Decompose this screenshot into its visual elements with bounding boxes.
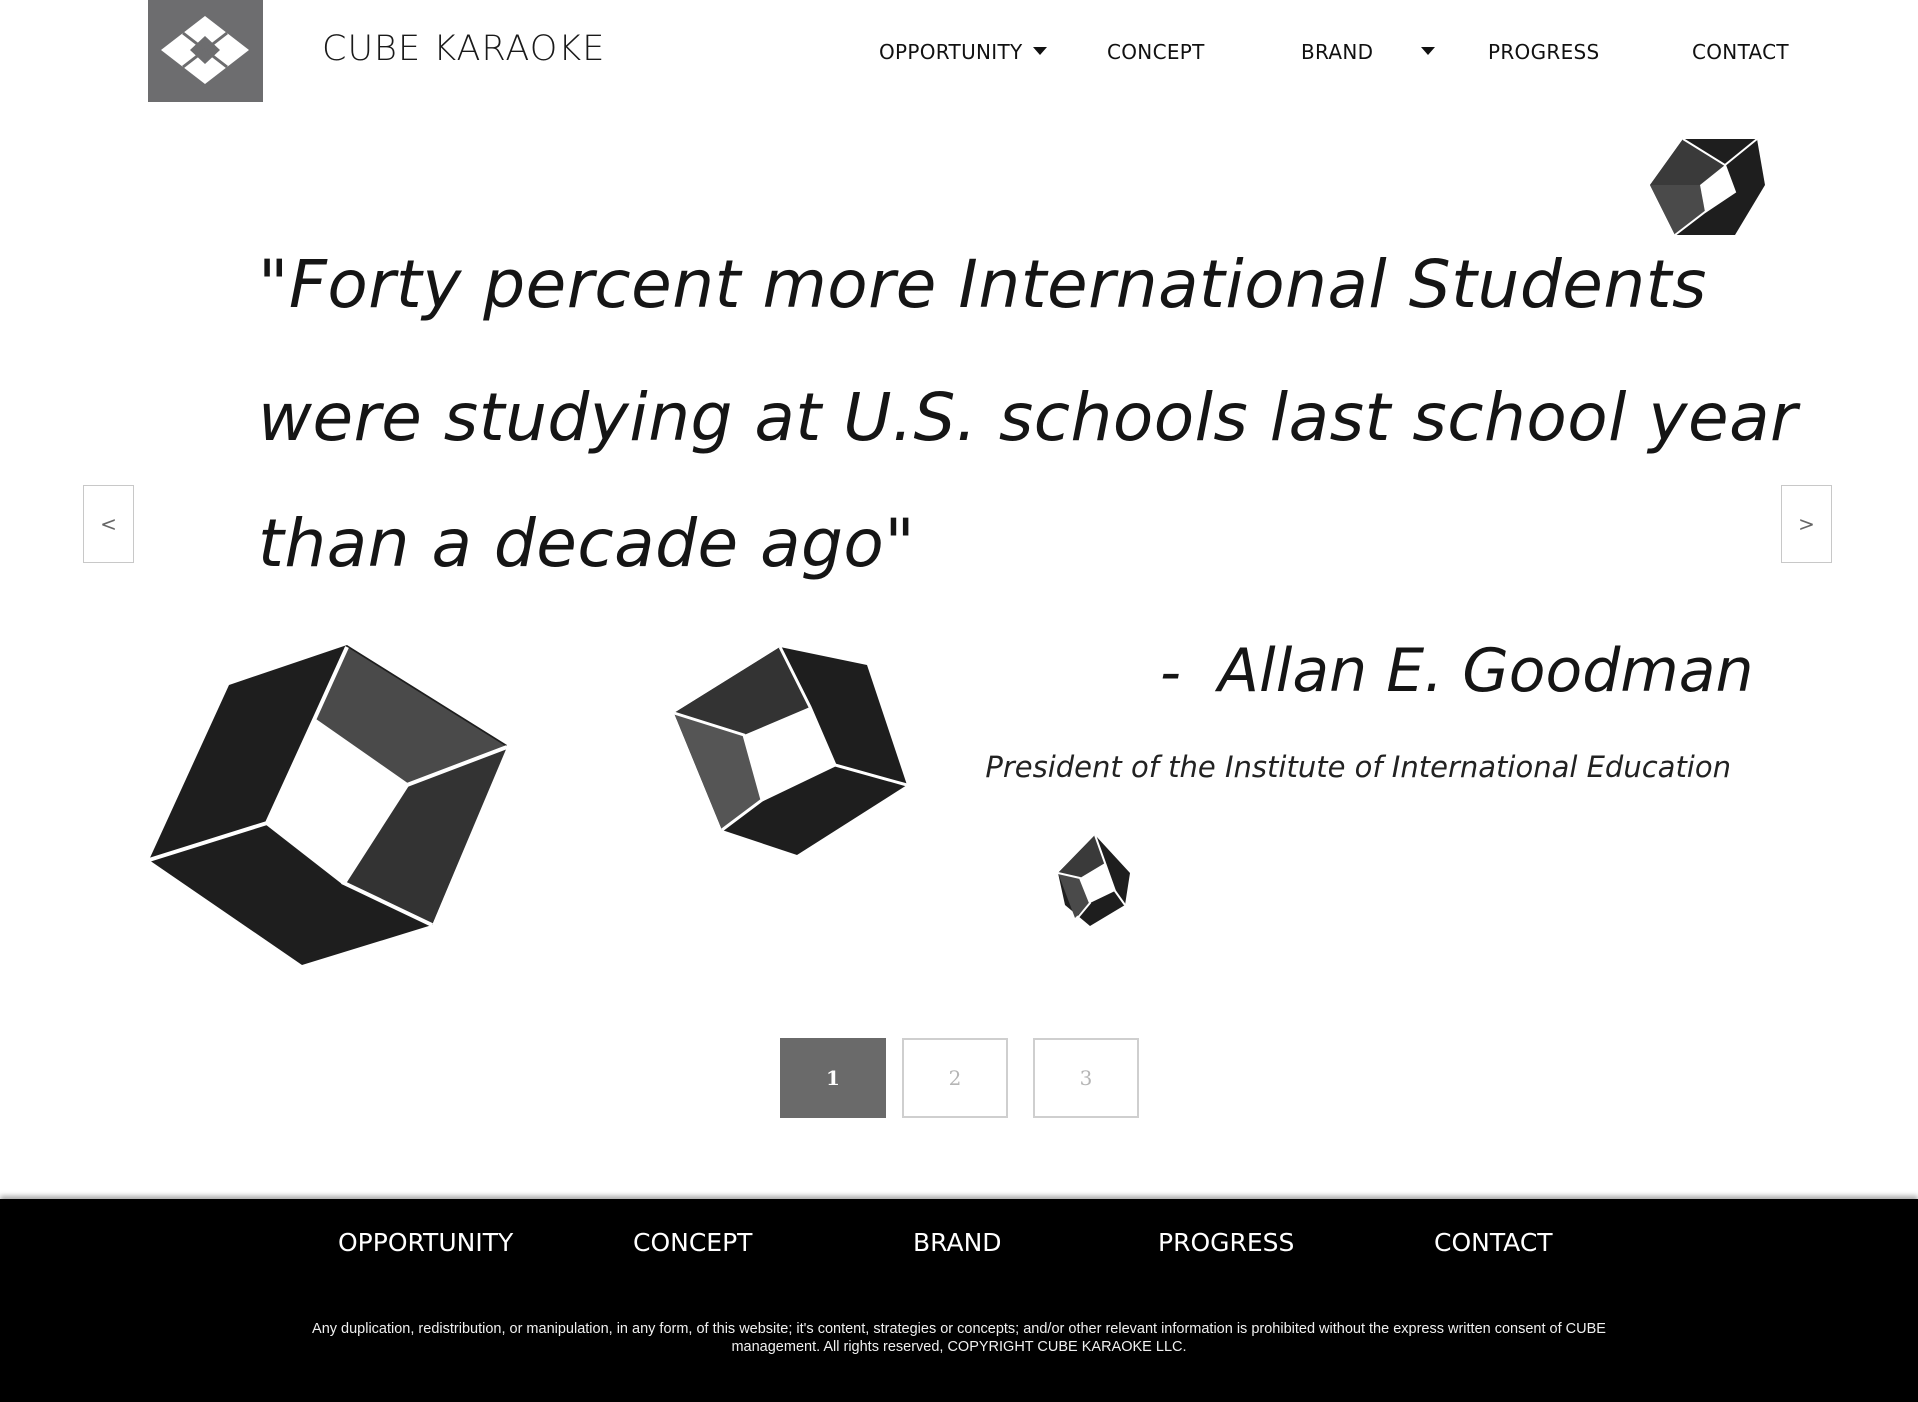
author-title: President of the Institute of Internatio… bbox=[985, 750, 1731, 784]
logo[interactable] bbox=[148, 0, 263, 102]
cube-icon bbox=[673, 646, 908, 855]
copyright-text: Any duplication, redistribution, or mani… bbox=[312, 1321, 1606, 1355]
cube-icon bbox=[1650, 138, 1765, 236]
cube-logo-icon bbox=[161, 16, 249, 84]
cube-icon bbox=[148, 645, 508, 965]
footer-link-concept[interactable]: CONCEPT bbox=[633, 1228, 752, 1257]
nav-contact[interactable]: CONTACT bbox=[1692, 40, 1789, 64]
nav-brand[interactable]: BRAND bbox=[1301, 40, 1373, 64]
quote-line: than a decade ago" bbox=[258, 505, 916, 582]
footer-link-opportunity[interactable]: OPPORTUNITY bbox=[338, 1228, 513, 1257]
page-button-2[interactable]: 2 bbox=[902, 1038, 1008, 1118]
chevron-down-icon[interactable] bbox=[1421, 47, 1435, 55]
quote-line: "Forty percent more International Studen… bbox=[258, 246, 1707, 323]
brand-name[interactable]: CUBE KARAOKE bbox=[322, 29, 605, 69]
next-slide-button[interactable]: > bbox=[1781, 485, 1832, 563]
page-button-3[interactable]: 3 bbox=[1033, 1038, 1139, 1118]
footer-link-brand[interactable]: BRAND bbox=[913, 1228, 1002, 1257]
nav-progress[interactable]: PROGRESS bbox=[1488, 40, 1600, 64]
chevron-left-icon: < bbox=[100, 512, 117, 536]
footer-link-contact[interactable]: CONTACT bbox=[1434, 1228, 1553, 1257]
author-dash: - bbox=[1160, 638, 1181, 706]
quote-line: were studying at U.S. schools last schoo… bbox=[258, 379, 1798, 456]
cube-icon bbox=[1057, 834, 1130, 926]
prev-slide-button[interactable]: < bbox=[83, 485, 134, 563]
chevron-down-icon[interactable] bbox=[1033, 47, 1047, 55]
quote-author: Allan E. Goodman bbox=[1218, 636, 1754, 706]
nav-opportunity[interactable]: OPPORTUNITY bbox=[879, 40, 1023, 64]
chevron-right-icon: > bbox=[1798, 512, 1815, 536]
nav-concept[interactable]: CONCEPT bbox=[1107, 40, 1205, 64]
page-button-1[interactable]: 1 bbox=[780, 1038, 886, 1118]
footer-link-progress[interactable]: PROGRESS bbox=[1158, 1228, 1294, 1257]
